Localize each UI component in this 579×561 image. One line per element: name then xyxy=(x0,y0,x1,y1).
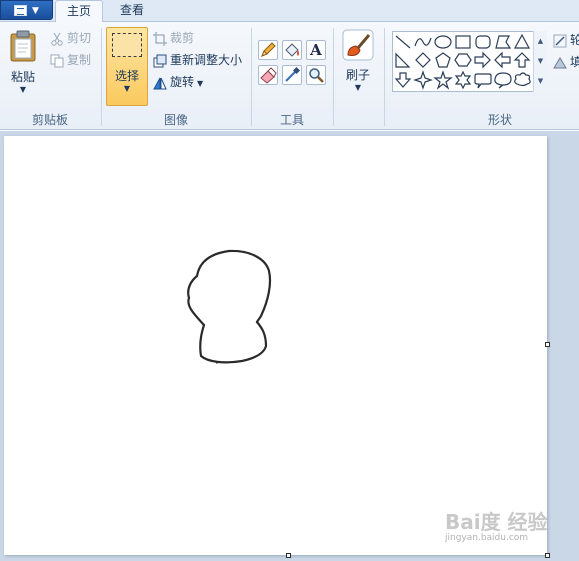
curve-shape-icon[interactable] xyxy=(414,37,432,47)
right-arrow-shape-icon[interactable] xyxy=(474,51,491,69)
selection-rectangle-icon xyxy=(112,33,142,57)
chevron-down-icon: ▼ xyxy=(197,79,204,88)
left-arrow-shape-icon[interactable] xyxy=(494,51,511,69)
shapes-group-label: 形状 xyxy=(487,113,512,127)
line-shape-icon[interactable] xyxy=(395,35,411,49)
oval-shape-icon[interactable] xyxy=(434,35,452,49)
magnifier-icon xyxy=(309,68,324,83)
cloud-callout-shape-icon[interactable] xyxy=(514,72,531,87)
crop-button[interactable]: 裁剪 xyxy=(153,29,194,48)
resize-button[interactable]: 重新调整大小 xyxy=(153,51,242,70)
eraser-tool-button[interactable] xyxy=(258,65,278,85)
triangle-shape-icon[interactable] xyxy=(513,33,531,49)
ribbon: 粘贴 ▼ 剪切 复制 剪贴板 选择 ▼ 裁剪 重新调整大小 旋转 ▼ 图像 A … xyxy=(0,22,579,130)
down-arrow-shape-icon[interactable] xyxy=(394,72,412,88)
shapes-gallery-scroll[interactable]: ▲ ▼ ▼ xyxy=(533,31,547,92)
shapes-gallery xyxy=(392,31,547,92)
copy-icon xyxy=(50,54,64,67)
cut-label: 剪切 xyxy=(67,31,92,45)
crop-icon xyxy=(153,31,167,46)
polygon-shape-icon[interactable] xyxy=(495,35,512,49)
scissors-icon xyxy=(51,32,63,46)
right-triangle-shape-icon[interactable] xyxy=(395,52,411,68)
diamond-shape-icon[interactable] xyxy=(415,52,431,68)
rectangle-shape-icon[interactable] xyxy=(455,35,471,49)
cut-button[interactable]: 剪切 xyxy=(50,29,91,48)
image-group-label: 图像 xyxy=(163,113,188,127)
group-divider xyxy=(333,28,334,126)
crop-label: 裁剪 xyxy=(170,31,195,45)
fill-tool-button[interactable] xyxy=(282,40,302,60)
paste-button[interactable]: 粘贴 ▼ xyxy=(6,28,40,104)
resize-handle-corner[interactable] xyxy=(545,553,550,558)
copy-button[interactable]: 复制 xyxy=(50,51,91,70)
pencil-tool-button[interactable] xyxy=(258,40,278,60)
chevron-down-icon: ▼ xyxy=(354,83,362,92)
clipboard-group-label: 剪贴板 xyxy=(31,113,68,127)
paste-label: 粘贴 xyxy=(10,70,35,84)
fill-label: 填 xyxy=(570,55,579,69)
up-arrow-shape-icon[interactable] xyxy=(513,52,531,68)
rounded-rectangle-shape-icon[interactable] xyxy=(475,35,491,49)
ribbon-tab-strip: ▼ 主页 查看 xyxy=(0,0,579,23)
tab-view[interactable]: 查看 xyxy=(108,0,156,23)
chevron-down-icon: ▼ xyxy=(19,85,27,94)
resize-handle-bottom[interactable] xyxy=(286,553,291,558)
paste-icon xyxy=(10,30,36,62)
oval-callout-shape-icon[interactable] xyxy=(494,72,512,89)
resize-handle-right[interactable] xyxy=(545,342,550,347)
text-tool-button[interactable]: A xyxy=(306,40,326,60)
group-divider xyxy=(384,28,385,126)
eraser-icon xyxy=(260,67,277,84)
five-point-star-shape-icon[interactable] xyxy=(433,70,453,90)
select-button[interactable]: 选择 ▼ xyxy=(106,27,148,106)
app-menu-icon xyxy=(14,5,27,16)
watermark-logo: Bai度 经验 xyxy=(445,510,548,534)
chevron-up-icon[interactable]: ▲ xyxy=(534,31,547,51)
outline-button[interactable]: 轮 xyxy=(553,31,579,50)
drawing-canvas[interactable] xyxy=(4,136,550,558)
character-outline-drawing xyxy=(187,249,272,364)
fill-bucket-icon xyxy=(285,43,299,57)
outline-pen-icon xyxy=(553,34,567,47)
copy-label: 复制 xyxy=(67,53,92,67)
four-point-star-shape-icon[interactable] xyxy=(413,70,433,90)
fill-button[interactable]: 填 xyxy=(553,53,579,72)
six-point-star-shape-icon[interactable] xyxy=(454,70,472,90)
group-divider xyxy=(251,28,252,126)
tools-group-label: 工具 xyxy=(279,113,304,127)
brushes-label: 刷子 xyxy=(345,68,370,82)
tab-home[interactable]: 主页 xyxy=(55,0,103,23)
app-menu-button[interactable]: ▼ xyxy=(0,0,53,20)
chevron-down-icon: ▼ xyxy=(32,6,39,16)
pencil-icon xyxy=(261,42,276,57)
magnifier-tool-button[interactable] xyxy=(306,65,326,85)
text-icon: A xyxy=(310,41,322,59)
hexagon-shape-icon[interactable] xyxy=(454,53,472,67)
watermark: Bai度 经验 jingyan.baidu.com xyxy=(445,506,565,543)
brush-icon xyxy=(342,29,374,61)
rounded-callout-shape-icon[interactable] xyxy=(474,73,492,89)
brushes-button[interactable]: 刷子 ▼ xyxy=(338,28,378,104)
color-picker-icon xyxy=(285,66,301,82)
rotate-label: 旋转 xyxy=(170,75,195,89)
rotate-button[interactable]: 旋转 ▼ xyxy=(153,73,203,92)
pentagon-shape-icon[interactable] xyxy=(435,52,451,68)
gallery-expand-icon[interactable]: ▼ xyxy=(534,71,547,91)
chevron-down-icon[interactable]: ▼ xyxy=(534,51,547,71)
rotate-icon xyxy=(153,77,167,89)
resize-label: 重新调整大小 xyxy=(170,53,243,67)
chevron-down-icon: ▼ xyxy=(123,84,131,93)
outline-label: 轮 xyxy=(570,33,579,47)
resize-icon xyxy=(153,54,167,67)
group-divider xyxy=(101,28,102,126)
select-label: 选择 xyxy=(114,69,139,83)
shape-fill-icon xyxy=(553,56,567,68)
canvas-workspace: Bai度 经验 jingyan.baidu.com xyxy=(0,131,579,561)
color-picker-tool-button[interactable] xyxy=(282,65,302,85)
